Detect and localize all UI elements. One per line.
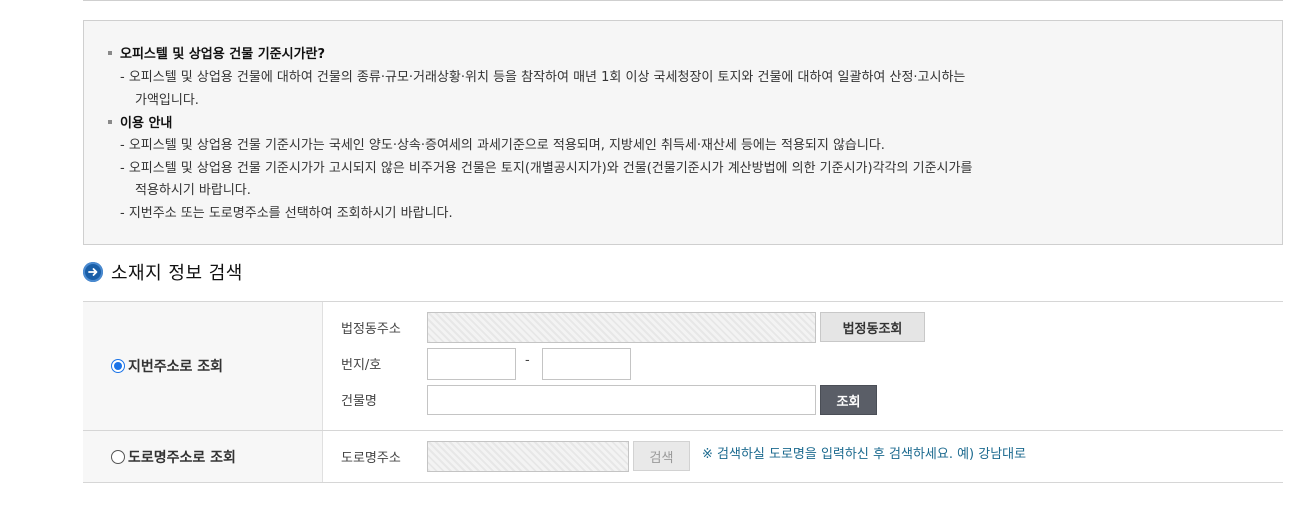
road-option-cell: 도로명주소로 조회: [83, 431, 323, 482]
building-name-label: 건물명: [341, 394, 377, 409]
info-text: - 오피스텔 및 상업용 건물 기준시가는 국세인 양도·상속·증여세의 과세기…: [120, 138, 885, 153]
top-divider: [83, 0, 1283, 1]
building-name-input[interactable]: [427, 385, 816, 415]
lot-number-label: 번지/호: [341, 358, 382, 373]
table-border-bottom: [83, 482, 1283, 483]
section-title: 소재지 정보 검색: [111, 263, 243, 284]
info-text: - 지번주소 또는 도로명주소를 선택하여 조회하시기 바랍니다.: [120, 206, 453, 221]
bullet-icon: [108, 119, 112, 124]
section-heading: 소재지 정보 검색: [83, 260, 243, 284]
jibun-radio[interactable]: [111, 359, 125, 373]
jibun-option-cell: 지번주소로 조회: [83, 302, 323, 430]
road-radio-label[interactable]: 도로명주소로 조회: [128, 447, 236, 467]
road-search-hint: ※ 검색하실 도로명을 입력하신 후 검색하세요. 예) 강남대로: [702, 447, 1027, 462]
info-text: - 오피스텔 및 상업용 건물 기준시가가 고시되지 않은 비주거용 건물은 토…: [120, 161, 973, 176]
info-heading-usage: 이용 안내: [108, 112, 172, 131]
info-heading-text: 이용 안내: [120, 116, 173, 131]
info-text: 적용하시기 바랍니다.: [135, 183, 251, 198]
info-text: - 오피스텔 및 상업용 건물에 대하여 건물의 종류·규모·거래상황·위치 등…: [120, 70, 966, 85]
lot-sub-number-input[interactable]: [542, 348, 631, 380]
bullet-icon: [108, 50, 112, 55]
legal-dong-input[interactable]: [427, 312, 816, 343]
lot-main-number-input[interactable]: [427, 348, 516, 380]
jibun-radio-label[interactable]: 지번주소로 조회: [128, 356, 223, 376]
road-radio[interactable]: [111, 450, 125, 464]
info-heading-definition: 오피스텔 및 상업용 건물 기준시가란?: [108, 43, 325, 62]
jibun-search-button[interactable]: 조회: [820, 385, 877, 415]
legal-dong-label: 법정동주소: [341, 322, 401, 337]
info-box: 오피스텔 및 상업용 건물 기준시가란? - 오피스텔 및 상업용 건물에 대하…: [83, 20, 1283, 245]
legal-dong-search-button[interactable]: 법정동조회: [820, 312, 925, 342]
info-heading-text: 오피스텔 및 상업용 건물 기준시가란?: [120, 47, 326, 62]
info-text: 가액입니다.: [135, 93, 199, 108]
road-address-label: 도로명주소: [341, 451, 401, 466]
jibun-radio-option[interactable]: 지번주소로 조회: [111, 356, 223, 376]
road-address-input[interactable]: [427, 441, 629, 472]
road-radio-option[interactable]: 도로명주소로 조회: [111, 447, 236, 467]
lot-dash: -: [525, 353, 530, 368]
arrow-right-circle-icon: [83, 262, 103, 282]
road-search-button[interactable]: 검색: [633, 441, 690, 471]
